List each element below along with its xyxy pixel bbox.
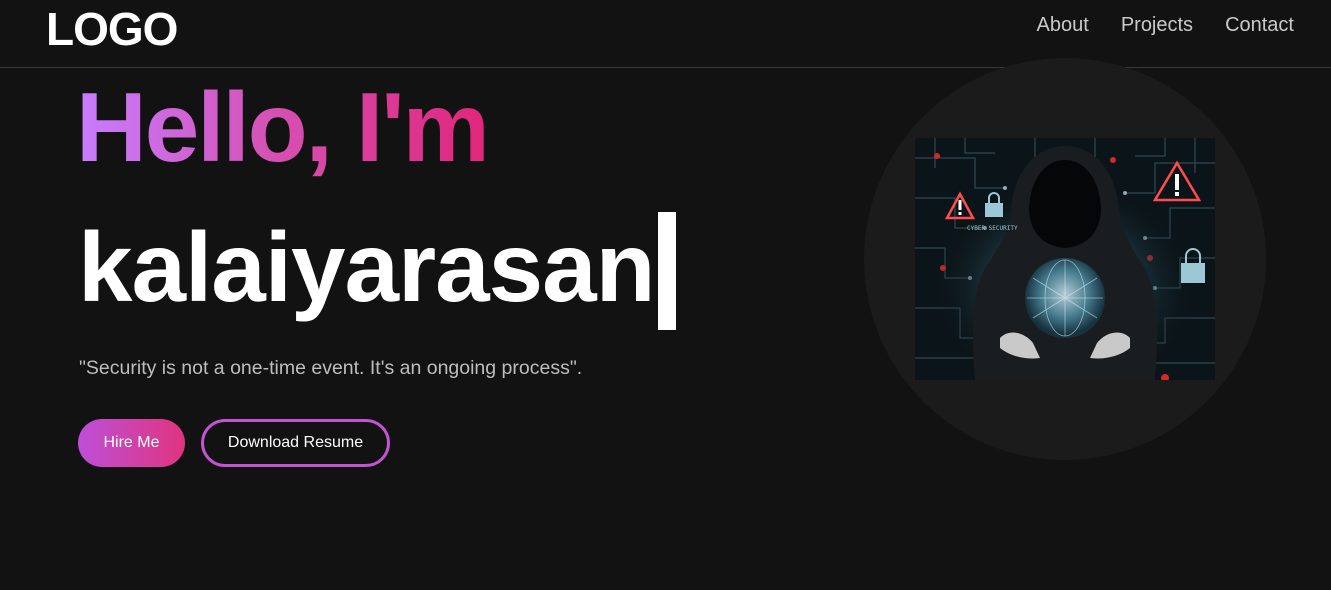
- logo[interactable]: LOGO: [46, 2, 178, 56]
- nav-links: About Projects Contact: [1037, 14, 1294, 37]
- cyber-security-text: CYBER SECURITY: [967, 225, 1018, 232]
- hero-quote: "Security is not a one-time event. It's …: [79, 357, 583, 379]
- navbar: LOGO About Projects Contact: [0, 0, 1331, 68]
- download-resume-button[interactable]: Download Resume: [201, 419, 390, 467]
- nav-link-contact[interactable]: Contact: [1225, 14, 1294, 37]
- hero-name-row: kalaiyarasan: [78, 206, 677, 330]
- nav-link-projects[interactable]: Projects: [1121, 14, 1193, 37]
- typing-cursor: [658, 212, 677, 330]
- hero-buttons: Hire Me Download Resume: [78, 419, 390, 467]
- nav-link-about[interactable]: About: [1037, 14, 1089, 37]
- hire-me-button[interactable]: Hire Me: [78, 419, 185, 467]
- hacker-illustration-icon: CYBER SECURITY: [915, 138, 1215, 380]
- hero-greeting: Hello, I'm: [76, 72, 490, 182]
- hero-name: kalaiyarasan: [78, 212, 655, 323]
